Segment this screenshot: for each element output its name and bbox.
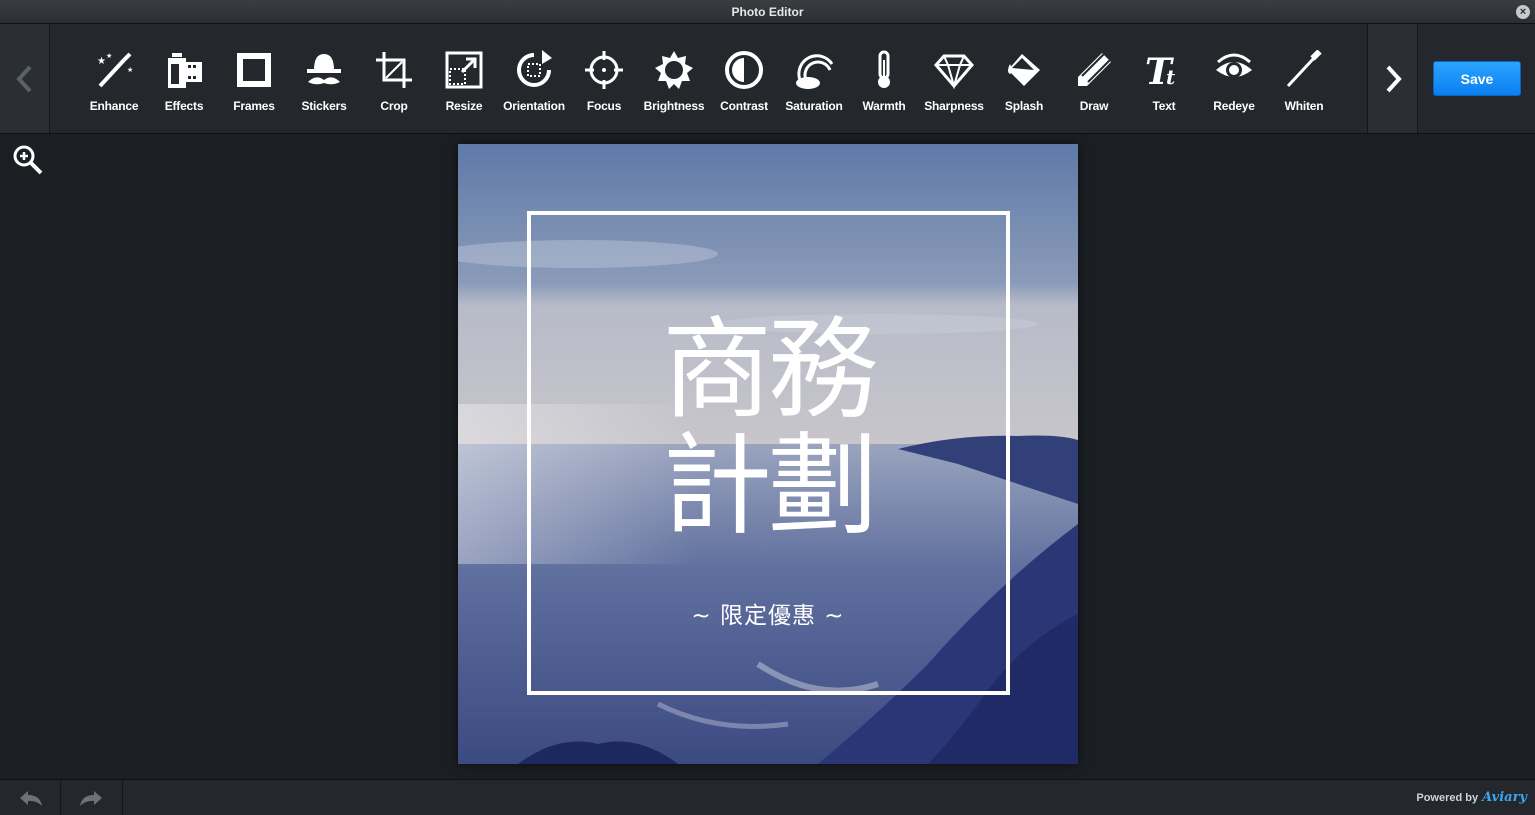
tool-label: Warmth (862, 99, 906, 113)
paint-bucket-icon (1004, 50, 1044, 90)
pencil-icon (1074, 50, 1114, 90)
magic-wand-icon: ★ ★ ★ (94, 50, 134, 90)
svg-text:★: ★ (127, 66, 133, 74)
tool-whiten[interactable]: Whiten (1269, 24, 1339, 133)
svg-text:t: t (1166, 65, 1176, 89)
tool-label: Splash (1004, 99, 1044, 113)
tool-label: Saturation (785, 99, 843, 113)
window-title: Photo Editor (731, 5, 804, 19)
headline-text: 商務 計劃 (458, 312, 1078, 544)
tool-label: Draw (1079, 99, 1109, 113)
tool-frames[interactable]: Frames (219, 24, 289, 133)
tool-contrast[interactable]: Contrast (709, 24, 779, 133)
eye-icon (1214, 50, 1254, 90)
tool-label: Focus (586, 99, 622, 113)
tool-text[interactable]: Tt Text (1129, 24, 1199, 133)
mustache-hat-icon (304, 50, 344, 90)
tool-label: Stickers (301, 99, 347, 113)
contrast-icon (724, 50, 764, 90)
tool-sharpness[interactable]: Sharpness (919, 24, 989, 133)
text-icon: Tt (1144, 50, 1184, 90)
tool-resize[interactable]: Resize (429, 24, 499, 133)
tool-list: ★ ★ ★ Enhance Effects Frames Stickers Cr… (79, 24, 1339, 133)
zoom-in-icon[interactable] (12, 144, 44, 176)
tool-label: Enhance (89, 99, 139, 113)
tool-orientation[interactable]: Orientation (499, 24, 569, 133)
chevron-right-icon (1386, 65, 1402, 92)
sun-icon (654, 50, 694, 90)
tool-draw[interactable]: Draw (1059, 24, 1129, 133)
undo-button[interactable] (0, 780, 61, 815)
film-icon (164, 50, 204, 90)
tool-crop[interactable]: Crop (359, 24, 429, 133)
redo-icon (80, 790, 102, 806)
tool-label: Effects (164, 99, 204, 113)
svg-text:★: ★ (97, 56, 106, 67)
powered-by-label: Powered by (1416, 792, 1479, 804)
tool-effects[interactable]: Effects (149, 24, 219, 133)
tool-label: Contrast (720, 99, 768, 113)
tool-label: Text (1152, 99, 1176, 113)
tool-saturation[interactable]: Saturation (779, 24, 849, 133)
crosshair-icon (584, 50, 624, 90)
next-tools-button[interactable] (1367, 24, 1418, 133)
diamond-icon (934, 50, 974, 90)
close-icon[interactable]: × (1516, 5, 1530, 19)
headline-line-2: 計劃 (662, 422, 878, 550)
tool-label: Orientation (503, 99, 565, 113)
tool-enhance[interactable]: ★ ★ ★ Enhance (79, 24, 149, 133)
resize-icon (444, 50, 484, 90)
tool-stickers[interactable]: Stickers (289, 24, 359, 133)
tool-brightness[interactable]: Brightness (639, 24, 709, 133)
tool-focus[interactable]: Focus (569, 24, 639, 133)
previous-tools-button[interactable] (0, 24, 50, 133)
tool-label: Redeye (1213, 99, 1255, 113)
title-bar: Photo Editor × (0, 0, 1535, 24)
tool-label: Whiten (1284, 99, 1324, 113)
aviary-logo[interactable]: Aviary (1482, 790, 1527, 805)
tool-warmth[interactable]: Warmth (849, 24, 919, 133)
bottom-bar: Powered by Aviary (0, 779, 1535, 815)
chevron-left-icon (15, 65, 31, 92)
tool-label: Sharpness (924, 99, 984, 113)
headline-line-1: 商務 (662, 306, 878, 434)
photo-canvas[interactable]: 商務 計劃 ~ 限定優惠 ~ (458, 144, 1078, 764)
powered-by: Powered by Aviary (1416, 790, 1527, 805)
subline-text: ~ 限定優惠 ~ (691, 603, 845, 629)
save-button[interactable]: Save (1433, 61, 1521, 96)
tool-label: Crop (380, 99, 408, 113)
tool-splash[interactable]: Splash (989, 24, 1059, 133)
redo-button[interactable] (62, 780, 123, 815)
crop-icon (374, 50, 414, 90)
tool-bar: ★ ★ ★ Enhance Effects Frames Stickers Cr… (0, 24, 1535, 134)
tool-label: Resize (445, 99, 483, 113)
tool-label: Brightness (643, 99, 705, 113)
frame-icon (234, 50, 274, 90)
toothbrush-icon (1284, 50, 1324, 90)
thermometer-icon (864, 50, 904, 90)
undo-icon (20, 790, 42, 806)
save-area: Save (1418, 24, 1535, 133)
rotate-icon (514, 50, 554, 90)
rainbow-icon (794, 50, 834, 90)
tool-label: Frames (233, 99, 275, 113)
tool-redeye[interactable]: Redeye (1199, 24, 1269, 133)
svg-text:★: ★ (106, 52, 112, 60)
